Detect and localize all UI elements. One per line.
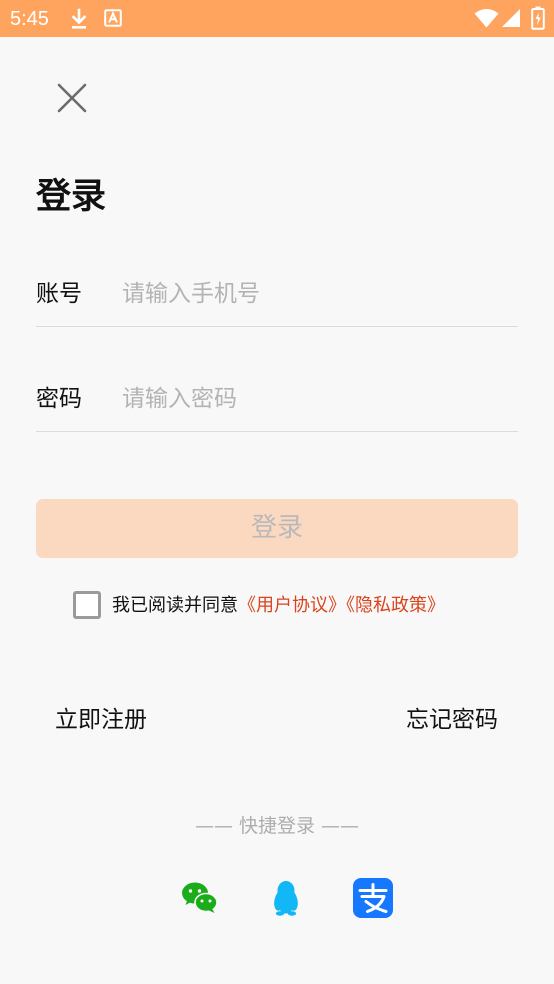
alipay-login-button[interactable] xyxy=(353,878,393,918)
quick-login-title: —— 快捷登录 —— xyxy=(194,815,360,837)
wechat-login-button[interactable] xyxy=(180,878,220,918)
forgot-password-link[interactable]: 忘记密码 xyxy=(406,703,498,737)
status-time: 5:45 xyxy=(10,8,49,30)
battery-icon xyxy=(531,6,545,30)
user-agreement-link[interactable]: 《用户协议》 xyxy=(238,595,346,616)
password-label: 密码 xyxy=(36,386,82,412)
close-button[interactable] xyxy=(50,76,94,120)
wechat-icon xyxy=(182,882,218,913)
close-icon xyxy=(57,83,87,113)
login-button[interactable]: 登录 xyxy=(36,499,518,558)
download-icon xyxy=(71,8,87,29)
register-link[interactable]: 立即注册 xyxy=(55,703,147,737)
text-badge-icon xyxy=(104,9,122,27)
agreement-prefix: 我已阅读并同意 xyxy=(112,595,238,616)
status-bar: 5:45 xyxy=(0,0,554,37)
password-input[interactable] xyxy=(122,379,512,419)
account-row: 账号 xyxy=(36,266,518,327)
wifi-icon xyxy=(474,9,499,28)
account-label: 账号 xyxy=(36,281,82,307)
alipay-icon xyxy=(353,878,393,918)
privacy-policy-link[interactable]: 《隐私政策》 xyxy=(346,595,445,616)
password-row: 密码 xyxy=(36,371,518,432)
agreement-checkbox[interactable] xyxy=(73,591,101,619)
qq-icon xyxy=(274,881,298,916)
signal-icon xyxy=(502,9,520,27)
agreement-text: 我已阅读并同意《用户协议》《隐私政策》 xyxy=(112,592,445,620)
phone-input[interactable] xyxy=(122,274,512,314)
page-title: 登录 xyxy=(36,177,107,217)
qq-login-button[interactable] xyxy=(266,878,306,918)
